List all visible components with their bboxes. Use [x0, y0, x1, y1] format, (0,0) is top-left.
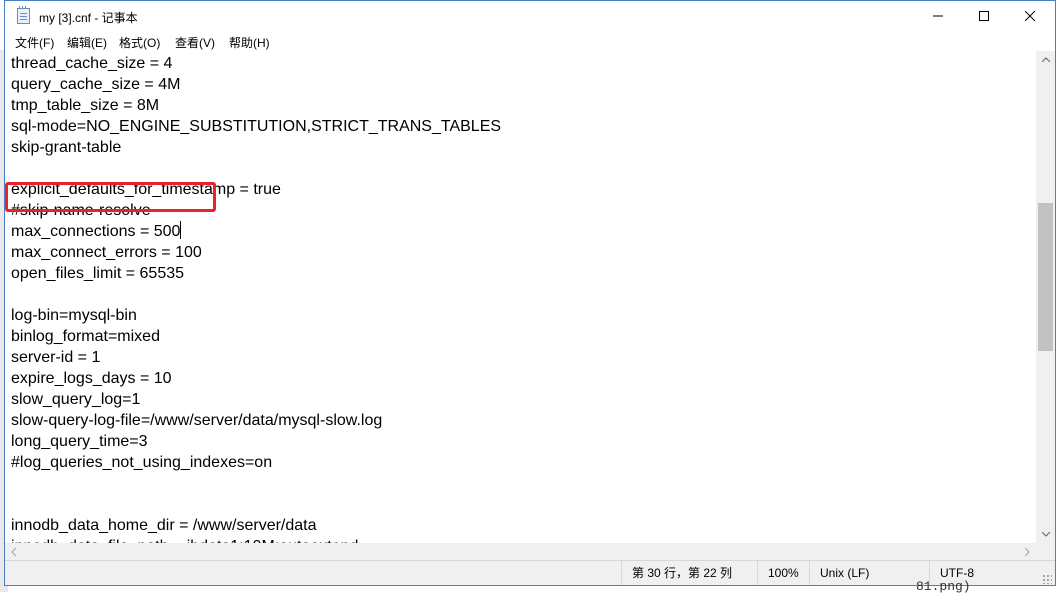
- editor-line: server-id = 1: [11, 349, 101, 366]
- scroll-down-button[interactable]: [1036, 526, 1055, 543]
- scroll-right-button[interactable]: [1019, 543, 1036, 560]
- editor-line: max_connect_errors = 100: [11, 244, 202, 261]
- close-icon: [1025, 11, 1035, 21]
- menu-edit[interactable]: 编辑(E): [67, 34, 107, 51]
- status-cursor-position: 第 30 行，第 22 列: [621, 561, 757, 585]
- vertical-scroll-thumb[interactable]: [1038, 203, 1053, 351]
- scroll-left-button[interactable]: [5, 543, 22, 560]
- menu-file[interactable]: 文件(F): [15, 34, 54, 51]
- title-bar[interactable]: my [3].cnf - 记事本: [5, 1, 1055, 31]
- maximize-icon: [979, 11, 989, 21]
- menu-bar: 文件(F) 编辑(E) 格式(O) 查看(V) 帮助(H): [5, 31, 1055, 51]
- minimize-button[interactable]: [915, 1, 961, 31]
- text-editor[interactable]: thread_cache_size = 4 query_cache_size = …: [5, 51, 1036, 543]
- status-bar: 第 30 行，第 22 列 100% Unix (LF) UTF-8: [5, 560, 1055, 585]
- chevron-up-icon: [1041, 57, 1050, 62]
- editor-line: #log_queries_not_using_indexes=on: [11, 454, 273, 471]
- status-zoom: 100%: [757, 561, 809, 585]
- menu-help[interactable]: 帮助(H): [229, 34, 270, 51]
- notepad-icon: [17, 6, 30, 24]
- scroll-up-button[interactable]: [1036, 51, 1055, 68]
- close-button[interactable]: [1007, 1, 1053, 31]
- scrollbar-corner: [1036, 543, 1055, 560]
- editor-line: explicit_defaults_for_timestamp = true: [11, 181, 281, 198]
- menu-format[interactable]: 格式(O): [119, 34, 160, 51]
- chevron-down-icon: [1041, 532, 1050, 537]
- chevron-left-icon: [11, 547, 16, 556]
- editor-line: slow_query_log=1: [11, 391, 141, 408]
- editor-line: max_connections = 500: [11, 221, 182, 240]
- notepad-window: my [3].cnf - 记事本 文件(F) 编辑(E) 格式(O) 查看(V)…: [4, 0, 1056, 586]
- minimize-icon: [933, 15, 943, 17]
- editor-line: thread_cache_size = 4: [11, 55, 173, 72]
- editor-lines: thread_cache_size = 4 query_cache_size = …: [11, 53, 501, 543]
- chevron-right-icon: [1025, 547, 1030, 556]
- editor-line: binlog_format=mixed: [11, 328, 160, 345]
- editor-line: log-bin=mysql-bin: [11, 307, 137, 324]
- menu-view[interactable]: 查看(V): [175, 34, 215, 51]
- editor-line: innodb_data_home_dir = /www/server/data: [11, 517, 317, 534]
- editor-line: open_files_limit = 65535: [11, 265, 185, 282]
- editor-line: query_cache_size = 4M: [11, 76, 181, 93]
- editor-line: expire_logs_days = 10: [11, 370, 172, 387]
- editor-line: tmp_table_size = 8M: [11, 97, 160, 114]
- editor-line: innodb_data_file_path = ibdata1:10M:auto…: [11, 536, 501, 543]
- text-caret: [180, 221, 182, 239]
- resize-grip[interactable]: [1042, 574, 1052, 584]
- maximize-button[interactable]: [961, 1, 1007, 31]
- editor-line: slow-query-log-file=/www/server/data/mys…: [11, 412, 383, 429]
- editor-line: #skip-name-resolve: [11, 202, 151, 219]
- vertical-scrollbar[interactable]: [1036, 51, 1055, 543]
- editor-line: long_query_time=3: [11, 433, 148, 450]
- horizontal-scrollbar[interactable]: [5, 543, 1036, 560]
- editor-line: sql-mode=NO_ENGINE_SUBSTITUTION,STRICT_T…: [11, 118, 502, 135]
- editor-line: skip-grant-table: [11, 139, 122, 156]
- status-line-ending: Unix (LF): [809, 561, 929, 585]
- window-title: my [3].cnf - 记事本: [39, 11, 138, 25]
